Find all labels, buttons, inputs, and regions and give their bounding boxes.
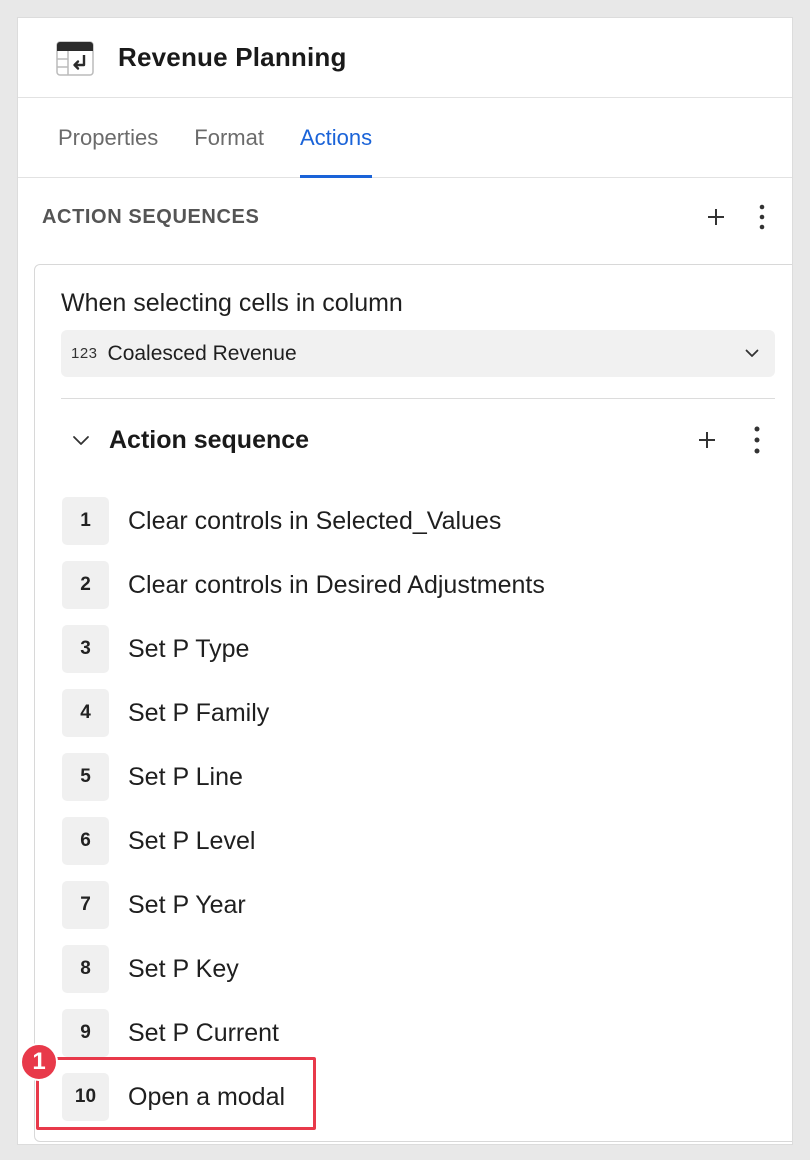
chevron-down-icon	[73, 435, 89, 445]
step-number: 6	[62, 817, 109, 865]
more-vertical-icon	[759, 204, 765, 230]
tab-actions[interactable]: Actions	[299, 98, 373, 178]
page-title: Revenue Planning	[118, 42, 347, 72]
action-step[interactable]: 9 Set P Current	[62, 1001, 545, 1065]
action-steps-list: 1 Clear controls in Selected_Values 2 Clea…	[62, 489, 545, 1129]
column-select-value: Coalesced Revenue	[107, 341, 297, 365]
step-number: 7	[62, 881, 109, 929]
action-step[interactable]: 3 Set P Type	[62, 617, 545, 681]
action-step[interactable]: 4 Set P Family	[62, 681, 545, 745]
step-number: 3	[62, 625, 109, 673]
add-sequence-button[interactable]	[698, 199, 734, 235]
action-step[interactable]: 8 Set P Key	[62, 937, 545, 1001]
step-label: Set P Key	[128, 954, 239, 983]
step-number: 9	[62, 1009, 109, 1057]
collapse-sequence-button[interactable]	[63, 422, 99, 458]
step-label: Set P Line	[128, 762, 243, 791]
action-step[interactable]: 1 Clear controls in Selected_Values	[62, 489, 545, 553]
action-sequences-header: ACTION SEQUENCES	[18, 178, 792, 256]
sequence-more-button[interactable]	[739, 422, 775, 458]
action-card: When selecting cells in column 123 Coale…	[34, 264, 792, 1142]
step-number: 4	[62, 689, 109, 737]
step-label: Set P Type	[128, 634, 250, 663]
step-number: 8	[62, 945, 109, 993]
more-vertical-icon	[754, 426, 760, 454]
callout-badge: 1	[20, 1043, 58, 1081]
section-label: ACTION SEQUENCES	[42, 205, 260, 228]
column-select[interactable]: 123 Coalesced Revenue	[61, 330, 775, 377]
step-number: 5	[62, 753, 109, 801]
step-number: 1	[62, 497, 109, 545]
divider	[61, 398, 775, 399]
step-number: 10	[62, 1073, 109, 1121]
action-sequence-header: Action sequence	[61, 415, 775, 465]
tab-properties[interactable]: Properties	[58, 98, 158, 177]
step-label: Clear controls in Desired Adjustments	[128, 570, 545, 599]
add-action-button[interactable]	[689, 422, 725, 458]
section-more-button[interactable]	[744, 199, 780, 235]
step-label: Clear controls in Selected_Values	[128, 506, 502, 535]
chevron-down-icon	[745, 349, 759, 357]
trigger-label: When selecting cells in column	[61, 289, 403, 317]
step-label: Set P Current	[128, 1018, 280, 1047]
step-label: Set P Family	[128, 698, 270, 727]
plus-icon	[699, 432, 715, 448]
step-number: 2	[62, 561, 109, 609]
action-step[interactable]: 6 Set P Level	[62, 809, 545, 873]
step-label: Set P Year	[128, 890, 246, 919]
step-label: Set P Level	[128, 826, 256, 855]
plus-icon	[708, 209, 724, 225]
action-step[interactable]: 5 Set P Line	[62, 745, 545, 809]
number-type-icon: 123	[71, 345, 98, 362]
action-step[interactable]: 7 Set P Year	[62, 873, 545, 937]
tab-format[interactable]: Format	[194, 98, 264, 177]
properties-panel: Revenue Planning Properties Format Actio…	[17, 17, 793, 1145]
table-action-icon	[56, 40, 94, 76]
action-step[interactable]: 2 Clear controls in Desired Adjustments	[62, 553, 545, 617]
step-label: Open a modal	[128, 1082, 286, 1111]
panel-header: Revenue Planning	[18, 18, 792, 98]
tab-bar: Properties Format Actions	[18, 98, 792, 178]
action-step-open-modal[interactable]: 10 Open a modal	[62, 1065, 545, 1129]
sequence-title: Action sequence	[109, 425, 310, 454]
